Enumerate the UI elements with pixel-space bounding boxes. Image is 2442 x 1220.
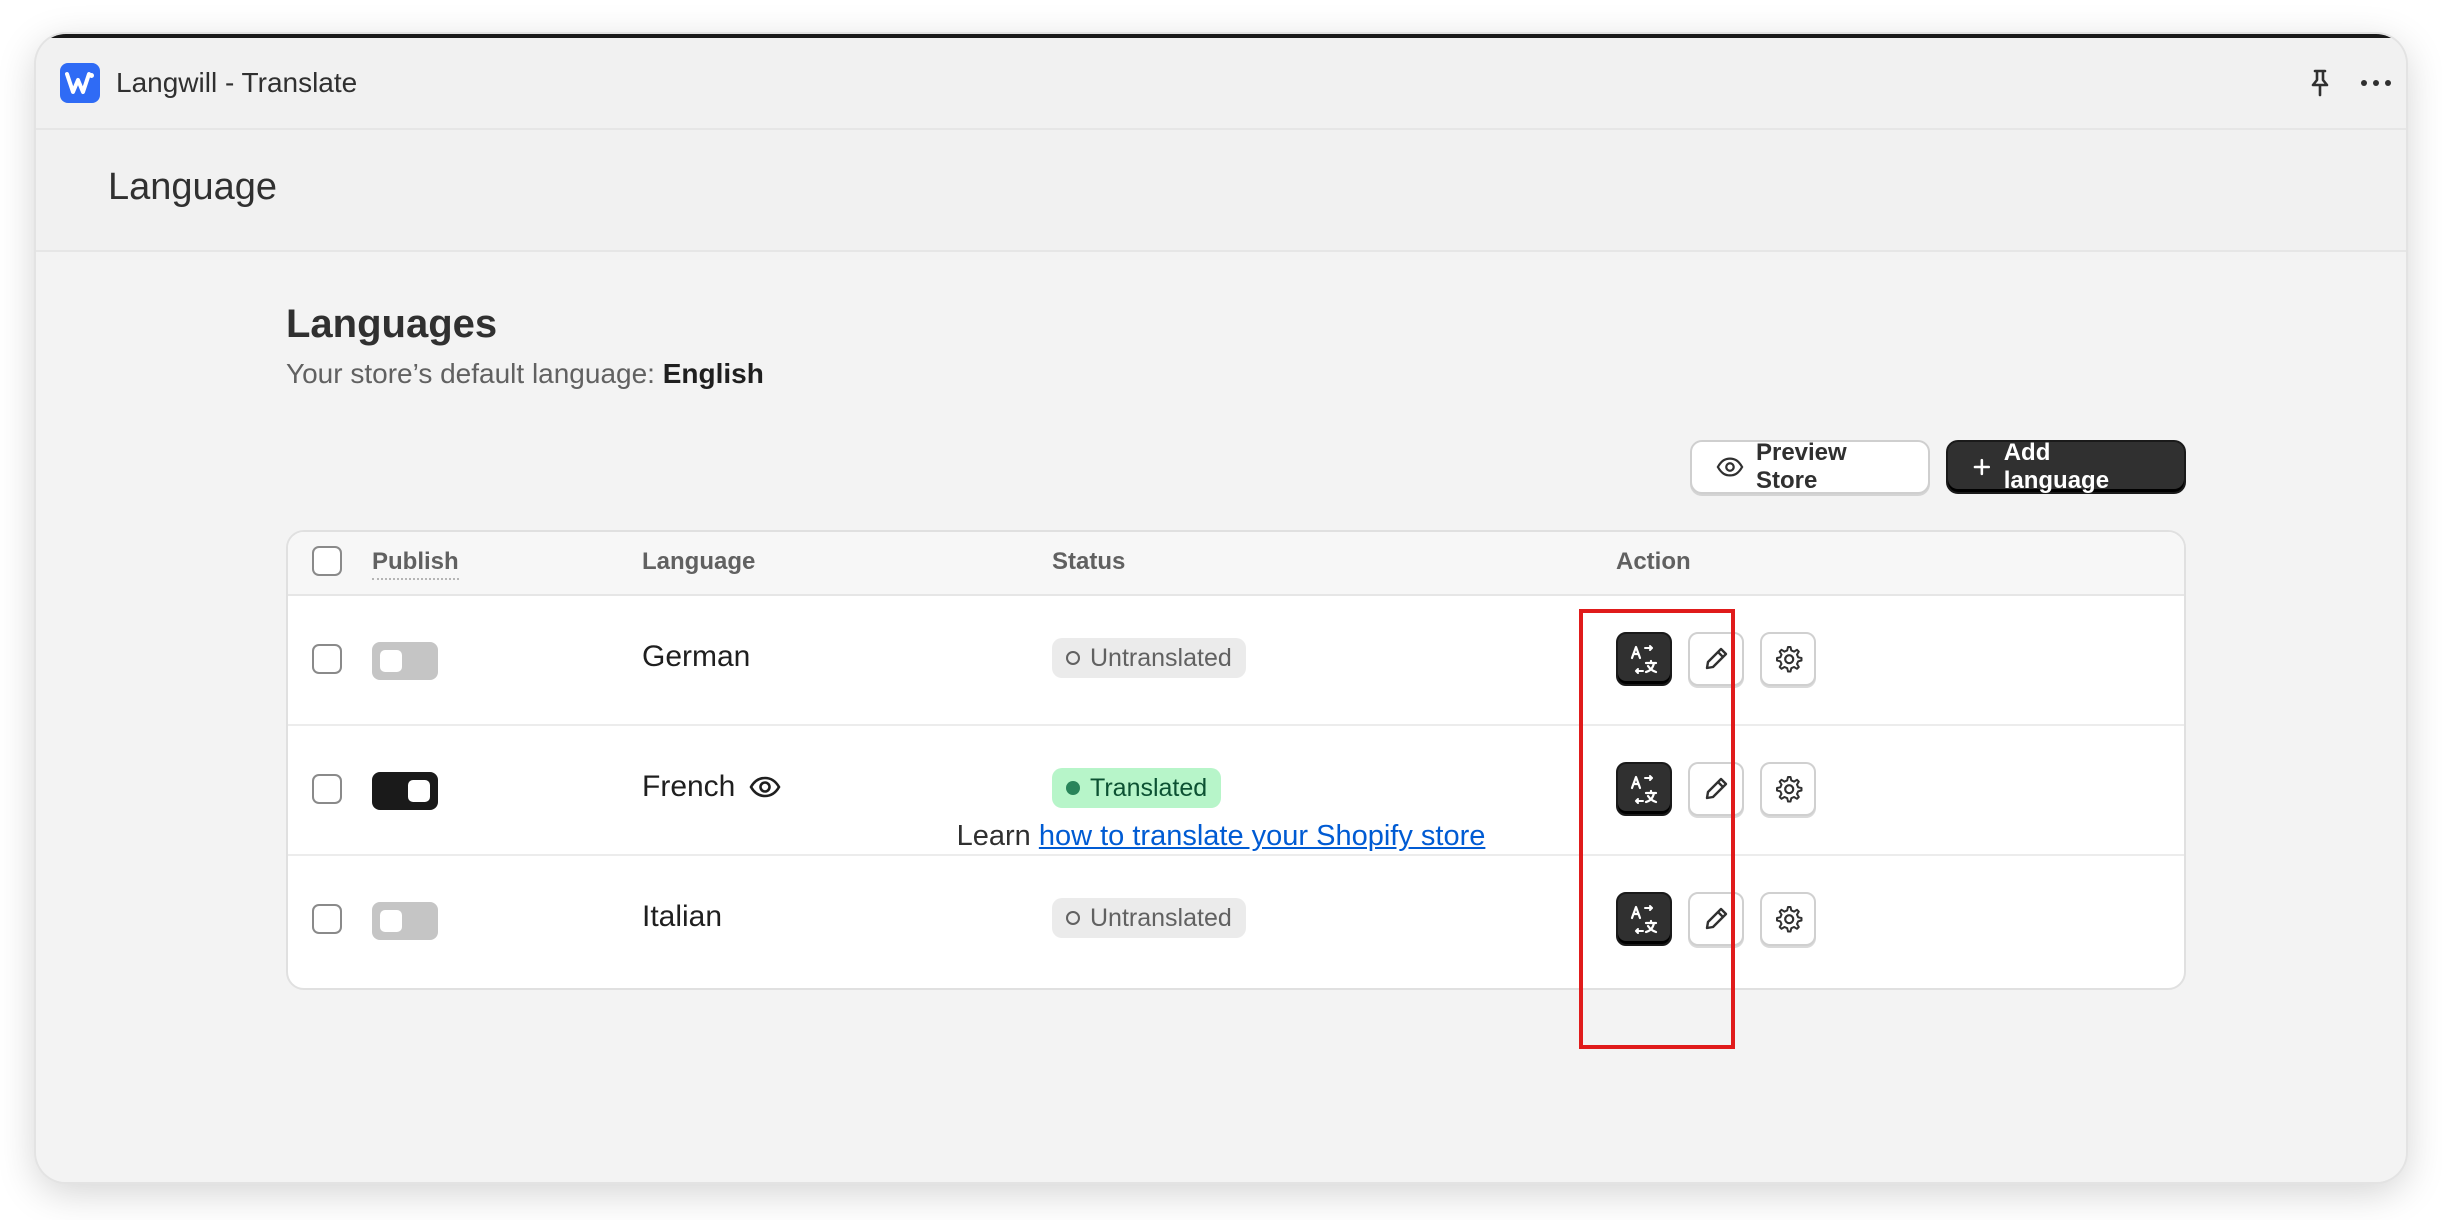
section-title: Languages <box>286 302 498 346</box>
status-dot-icon <box>1066 781 1080 795</box>
gear-icon <box>1776 776 1803 803</box>
app-window: Langwill - Translate Language Languages … <box>36 34 2406 1182</box>
page-header: Language <box>36 130 2406 252</box>
toggle-knob <box>380 650 402 672</box>
status-label: Translated <box>1090 773 1208 802</box>
publish-toggle[interactable] <box>372 772 438 810</box>
more-horizontal-icon[interactable] <box>2358 65 2394 101</box>
preview-store-button[interactable]: Preview Store <box>1690 439 1930 494</box>
status-badge: Translated <box>1052 768 1222 808</box>
language-label: French <box>642 770 736 803</box>
preview-store-label: Preview Store <box>1755 439 1847 494</box>
publish-toggle[interactable] <box>372 902 438 940</box>
pin-icon[interactable] <box>2302 65 2338 101</box>
translate-icon <box>1630 775 1658 804</box>
languages-table: Publish Language Status Action German Un… <box>286 530 2186 990</box>
header-status: Status <box>1052 548 1126 575</box>
publish-toggle[interactable] <box>372 642 438 680</box>
language-label: Italian <box>642 900 723 933</box>
pencil-icon <box>1705 647 1728 670</box>
help-footer: Learn how to translate your Shopify stor… <box>36 820 2406 853</box>
translate-button[interactable] <box>1616 762 1672 816</box>
settings-button[interactable] <box>1760 892 1816 946</box>
eye-icon[interactable] <box>749 775 781 799</box>
translate-icon <box>1630 645 1658 674</box>
settings-button[interactable] <box>1760 632 1816 686</box>
edit-button[interactable] <box>1688 892 1744 946</box>
translate-button[interactable] <box>1616 892 1672 946</box>
status-badge: Untranslated <box>1052 638 1246 678</box>
language-name: German <box>642 640 750 674</box>
page-title: Language <box>108 166 278 208</box>
pencil-icon <box>1705 777 1728 800</box>
translate-icon <box>1630 905 1658 934</box>
table-row: German Untranslated <box>288 596 2184 726</box>
language-name: Italian <box>642 900 722 934</box>
pencil-icon <box>1705 907 1728 930</box>
gear-icon <box>1776 906 1803 933</box>
status-dot-icon <box>1066 651 1080 665</box>
plus-icon <box>1973 458 1991 476</box>
status-label: Untranslated <box>1090 903 1232 932</box>
add-language-button[interactable]: Add language <box>1946 439 2186 494</box>
help-prefix: Learn <box>956 820 1039 852</box>
toggle-knob <box>380 910 402 932</box>
header-publish: Publish <box>372 548 459 580</box>
status-label: Untranslated <box>1090 643 1232 672</box>
row-checkbox[interactable] <box>312 904 342 934</box>
status-dot-icon <box>1066 911 1080 925</box>
help-link[interactable]: how to translate your Shopify store <box>1039 820 1486 852</box>
row-checkbox[interactable] <box>312 774 342 804</box>
header-language: Language <box>642 548 756 575</box>
edit-button[interactable] <box>1688 632 1744 686</box>
default-language-prefix: Your store’s default language: <box>286 358 663 389</box>
language-name: French <box>642 770 781 804</box>
table-row: Italian Untranslated <box>288 856 2184 984</box>
gear-icon <box>1776 646 1803 673</box>
add-language-label: Add language <box>2003 439 2110 494</box>
edit-button[interactable] <box>1688 762 1744 816</box>
language-label: German <box>642 640 751 673</box>
toggle-knob <box>408 780 430 802</box>
titlebar: Langwill - Translate <box>36 38 2406 130</box>
app-title: Langwill - Translate <box>116 67 358 98</box>
settings-button[interactable] <box>1760 762 1816 816</box>
row-checkbox[interactable] <box>312 644 342 674</box>
default-language-text: Your store’s default language: English <box>286 358 764 390</box>
table-header: Publish Language Status Action <box>288 532 2184 596</box>
translate-button[interactable] <box>1616 632 1672 686</box>
status-badge: Untranslated <box>1052 898 1246 938</box>
eye-icon <box>1716 457 1744 477</box>
default-language-value: English <box>662 358 764 389</box>
app-logo-icon <box>60 63 100 103</box>
header-action: Action <box>1616 548 1691 575</box>
select-all-checkbox[interactable] <box>312 546 342 576</box>
